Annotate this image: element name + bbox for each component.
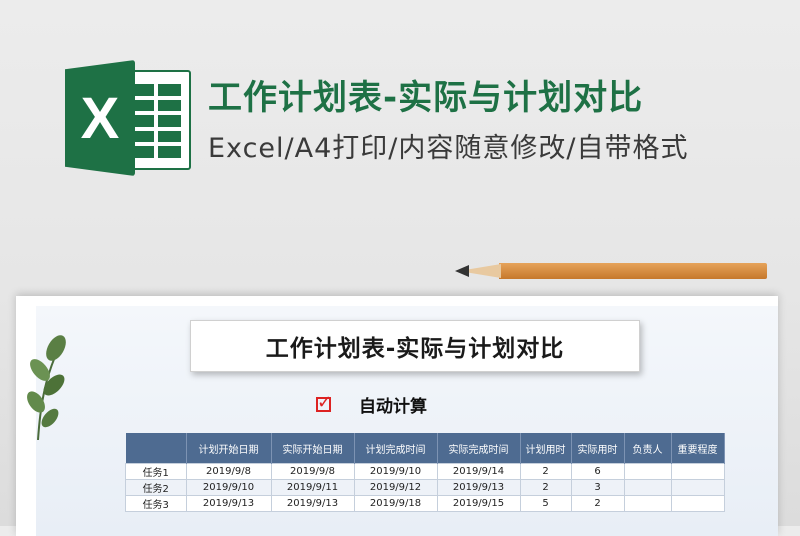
column-header: 计划完成时间: [354, 433, 438, 464]
table-cell[interactable]: 2019/9/18: [353, 495, 438, 512]
table-cell[interactable]: 2019/9/14: [436, 463, 521, 480]
pencil-icon: [455, 262, 767, 280]
excel-icon: X: [65, 60, 193, 176]
table-cell[interactable]: 2019/9/11: [270, 479, 355, 496]
column-header: [125, 433, 187, 464]
table-cell[interactable]: 2: [570, 495, 625, 512]
column-header: 计划开始日期: [186, 433, 272, 464]
table-row: 任务3 2019/9/13 2019/9/13 2019/9/18 2019/9…: [125, 495, 725, 512]
table-cell[interactable]: 2: [519, 463, 572, 480]
table-cell[interactable]: 任务2: [125, 479, 187, 496]
column-header: 负责人: [624, 433, 672, 464]
table-cell[interactable]: 2019/9/8: [185, 463, 272, 480]
table-cell[interactable]: 2019/9/13: [436, 479, 521, 496]
table-cell[interactable]: 3: [570, 479, 625, 496]
plant-leaf-icon: [27, 335, 66, 440]
page-title: 工作计划表-实际与计划对比: [208, 78, 644, 118]
table-cell[interactable]: 2019/9/13: [270, 495, 355, 512]
page-subtitle: Excel/A4打印/内容随意修改/自带格式: [208, 133, 689, 164]
table-cell[interactable]: 任务1: [125, 463, 187, 480]
auto-calc-label: 自动计算: [359, 397, 427, 417]
table-row: 任务2 2019/9/10 2019/9/11 2019/9/12 2019/9…: [125, 479, 725, 496]
column-header: 实际开始日期: [271, 433, 355, 464]
table-cell[interactable]: [670, 479, 725, 496]
column-header: 重要程度: [671, 433, 725, 464]
column-header: 计划用时: [520, 433, 572, 464]
table-cell[interactable]: 2019/9/10: [353, 463, 438, 480]
column-header: 实际用时: [571, 433, 625, 464]
table-cell[interactable]: 2019/9/13: [185, 495, 272, 512]
table-cell[interactable]: [623, 463, 672, 480]
table-cell[interactable]: 2019/9/15: [436, 495, 521, 512]
table-row: 任务1 2019/9/8 2019/9/8 2019/9/10 2019/9/1…: [125, 463, 725, 480]
table-cell[interactable]: 5: [519, 495, 572, 512]
table-cell[interactable]: 2019/9/12: [353, 479, 438, 496]
task-table: 计划开始日期 实际开始日期 计划完成时间 实际完成时间 计划用时 实际用时 负责…: [125, 433, 725, 512]
column-header: 实际完成时间: [437, 433, 521, 464]
table-cell[interactable]: [670, 495, 725, 512]
table-header-row: 计划开始日期 实际开始日期 计划完成时间 实际完成时间 计划用时 实际用时 负责…: [125, 433, 725, 464]
auto-calc-row: 自动计算: [316, 392, 427, 417]
table-cell[interactable]: [623, 479, 672, 496]
auto-calc-checkbox[interactable]: [316, 392, 332, 413]
table-cell[interactable]: 2019/9/8: [270, 463, 355, 480]
table-cell[interactable]: [623, 495, 672, 512]
sheet-title: 工作计划表-实际与计划对比: [190, 320, 640, 372]
table-cell[interactable]: 2019/9/10: [185, 479, 272, 496]
table-cell[interactable]: 6: [570, 463, 625, 480]
excel-letter: X: [80, 85, 120, 151]
table-cell[interactable]: 2: [519, 479, 572, 496]
table-cell[interactable]: [670, 463, 725, 480]
table-cell[interactable]: 任务3: [125, 495, 187, 512]
